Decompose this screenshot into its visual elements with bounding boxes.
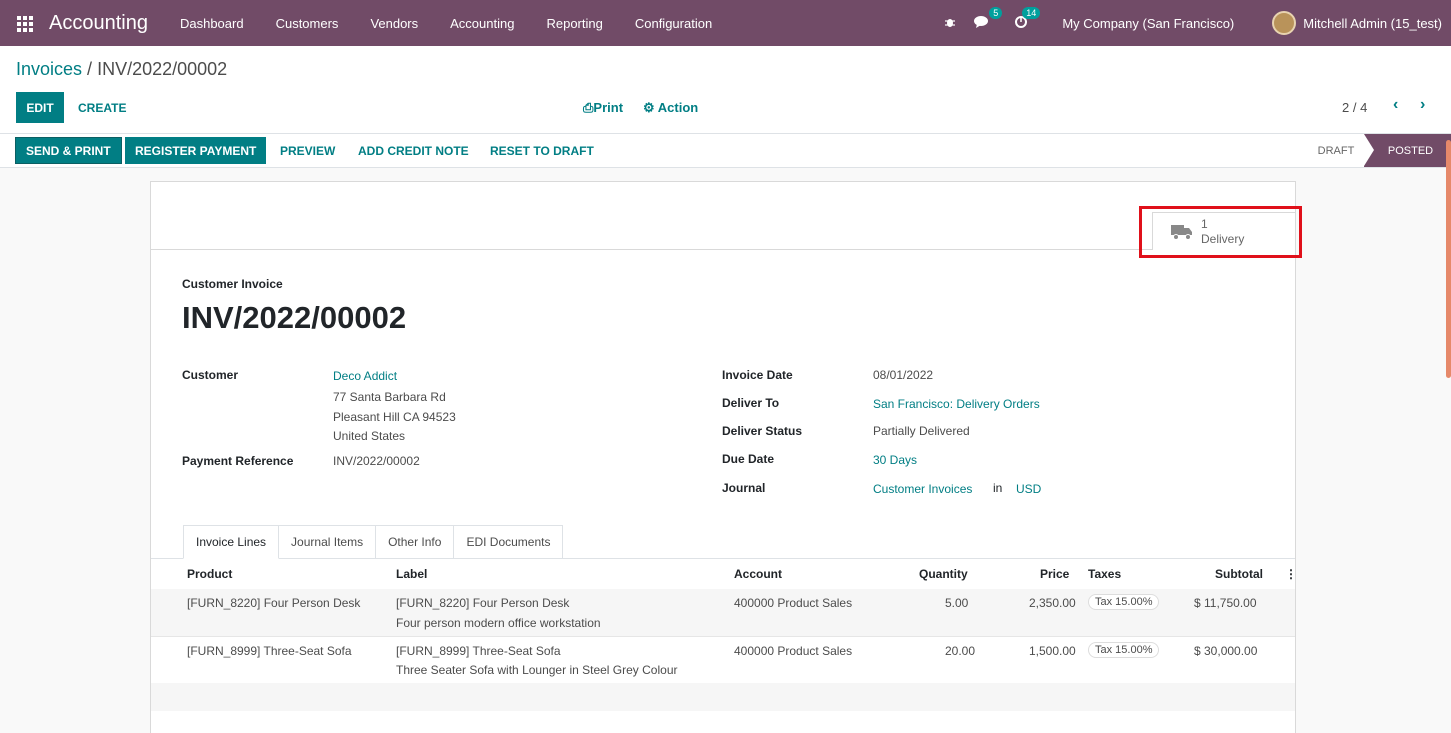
menu-configuration[interactable]: Configuration xyxy=(619,16,728,31)
tab-edi-documents[interactable]: EDI Documents xyxy=(454,525,564,559)
row-1-price: 2,350.00 xyxy=(1029,596,1076,610)
column-quantity[interactable]: Quantity xyxy=(919,567,968,581)
row-1-description: Four person modern office workstation xyxy=(396,616,601,630)
edit-button[interactable]: EDIT xyxy=(16,92,64,123)
top-navbar: Accounting Dashboard Customers Vendors A… xyxy=(0,0,1451,46)
row-2-quantity: 20.00 xyxy=(945,644,976,658)
send-print-button[interactable]: SEND & PRINT xyxy=(15,137,122,164)
gear-icon: ⚙ xyxy=(643,100,658,115)
customer-link[interactable]: Deco Addict xyxy=(333,369,397,383)
column-subtotal[interactable]: Subtotal xyxy=(1215,567,1263,581)
breadcrumb-invoices-link[interactable]: Invoices xyxy=(16,59,82,79)
journal-label: Journal xyxy=(722,481,766,495)
action-label: Action xyxy=(657,100,699,115)
deliver-to-label: Deliver To xyxy=(722,396,780,410)
payment-reference-value: INV/2022/00002 xyxy=(333,454,420,468)
status-bar: SEND & PRINT REGISTER PAYMENT PREVIEW AD… xyxy=(0,134,1451,168)
invoice-type: Customer Invoice xyxy=(182,277,283,291)
print-label: Print xyxy=(593,100,624,115)
deliver-to-link[interactable]: San Francisco: Delivery Orders xyxy=(873,397,1040,411)
action-dropdown[interactable]: ⚙ Action xyxy=(643,100,698,116)
row-1-product: [FURN_8220] Four Person Desk xyxy=(187,596,361,610)
invoice-date-label: Invoice Date xyxy=(722,368,793,382)
bug-icon[interactable] xyxy=(944,15,956,31)
row-1-label: [FURN_8220] Four Person Desk xyxy=(396,596,570,610)
due-date-link[interactable]: 30 Days xyxy=(873,453,917,467)
pager-next-icon[interactable]: › xyxy=(1420,96,1425,114)
scrollbar[interactable] xyxy=(1446,140,1451,378)
menu-accounting[interactable]: Accounting xyxy=(434,16,530,31)
menu-dashboard[interactable]: Dashboard xyxy=(164,16,260,31)
preview-button[interactable]: PREVIEW xyxy=(270,137,345,164)
menu-vendors[interactable]: Vendors xyxy=(354,16,434,31)
activities-count-badge: 14 xyxy=(1022,6,1041,19)
pager-previous-icon[interactable]: ‹ xyxy=(1393,96,1398,114)
journal-link[interactable]: Customer Invoices xyxy=(873,482,972,496)
register-payment-button[interactable]: REGISTER PAYMENT xyxy=(125,137,267,164)
row-1-account: 400000 Product Sales xyxy=(734,596,853,610)
tab-other-info[interactable]: Other Info xyxy=(376,525,455,559)
row-2-account: 400000 Product Sales xyxy=(734,644,853,658)
currency-link[interactable]: USD xyxy=(1016,482,1041,496)
column-price[interactable]: Price xyxy=(1040,567,1069,581)
user-avatar[interactable] xyxy=(1272,11,1297,35)
column-account[interactable]: Account xyxy=(734,567,782,581)
column-taxes[interactable]: Taxes xyxy=(1088,567,1121,581)
button-box: 1 Delivery xyxy=(151,182,1295,250)
apps-menu-icon[interactable] xyxy=(17,16,35,32)
stage-draft: DRAFT xyxy=(1317,144,1355,157)
pager-value[interactable]: 2 / 4 xyxy=(1342,100,1367,115)
breadcrumb-separator: / xyxy=(82,59,98,79)
row-2-tax-tag: Tax 15.00% xyxy=(1088,642,1160,658)
breadcrumb: Invoices / INV/2022/00002 xyxy=(16,59,227,80)
add-credit-note-button[interactable]: ADD CREDIT NOTE xyxy=(348,137,479,164)
address-line-1: 77 Santa Barbara Rd xyxy=(333,390,446,404)
company-switcher[interactable]: My Company (San Francisco) xyxy=(1062,16,1234,31)
customer-label: Customer xyxy=(182,368,239,382)
print-dropdown[interactable]: ⎙Print xyxy=(583,100,623,116)
app-name[interactable]: Accounting xyxy=(49,12,148,35)
column-product[interactable]: Product xyxy=(187,567,232,581)
address-line-3: United States xyxy=(333,429,406,443)
deliver-status-value: Partially Delivered xyxy=(873,424,970,438)
highlight-annotation xyxy=(1139,206,1302,258)
invoice-date-value: 08/01/2022 xyxy=(873,368,934,382)
tab-invoice-lines[interactable]: Invoice Lines xyxy=(183,525,280,559)
menu-reporting[interactable]: Reporting xyxy=(530,16,618,31)
activities-icon[interactable]: 14 xyxy=(1014,6,1041,32)
column-label[interactable]: Label xyxy=(396,567,427,581)
stage-posted: POSTED xyxy=(1364,134,1451,167)
address-line-2: Pleasant Hill CA 94523 xyxy=(333,410,456,424)
row-1-subtotal: $ 11,750.00 xyxy=(1194,596,1257,610)
invoice-number: INV/2022/00002 xyxy=(182,300,407,335)
create-button[interactable]: CREATE xyxy=(78,92,126,123)
messages-icon[interactable]: 5 xyxy=(974,6,1003,32)
user-menu[interactable]: Mitchell Admin (15_test) xyxy=(1303,16,1442,31)
due-date-label: Due Date xyxy=(722,452,775,466)
optional-columns-icon[interactable]: ⋮ xyxy=(1285,567,1297,581)
breadcrumb-current: INV/2022/00002 xyxy=(97,59,228,79)
row-2-subtotal: $ 30,000.00 xyxy=(1194,644,1258,658)
deliver-status-label: Deliver Status xyxy=(722,424,803,438)
messages-count-badge: 5 xyxy=(989,6,1003,19)
row-2-price: 1,500.00 xyxy=(1029,644,1076,658)
notebook-tabs: Invoice Lines Journal Items Other Info E… xyxy=(183,525,564,559)
control-panel: Invoices / INV/2022/00002 EDIT CREATE ⎙P… xyxy=(0,46,1451,134)
row-2-label: [FURN_8999] Three-Seat Sofa xyxy=(396,644,561,658)
tab-journal-items[interactable]: Journal Items xyxy=(279,525,377,559)
journal-in-text: in xyxy=(993,481,1003,495)
payment-reference-label: Payment Reference xyxy=(182,454,294,468)
reset-to-draft-button[interactable]: RESET TO DRAFT xyxy=(480,137,604,164)
row-2-description: Three Seater Sofa with Lounger in Steel … xyxy=(396,663,678,677)
table-empty-row xyxy=(151,683,1295,711)
row-1-quantity: 5.00 xyxy=(945,596,969,610)
row-1-tax-tag: Tax 15.00% xyxy=(1088,594,1160,610)
print-icon: ⎙ xyxy=(583,100,594,115)
menu-customers[interactable]: Customers xyxy=(260,16,355,31)
row-2-product: [FURN_8999] Three-Seat Sofa xyxy=(187,644,352,658)
